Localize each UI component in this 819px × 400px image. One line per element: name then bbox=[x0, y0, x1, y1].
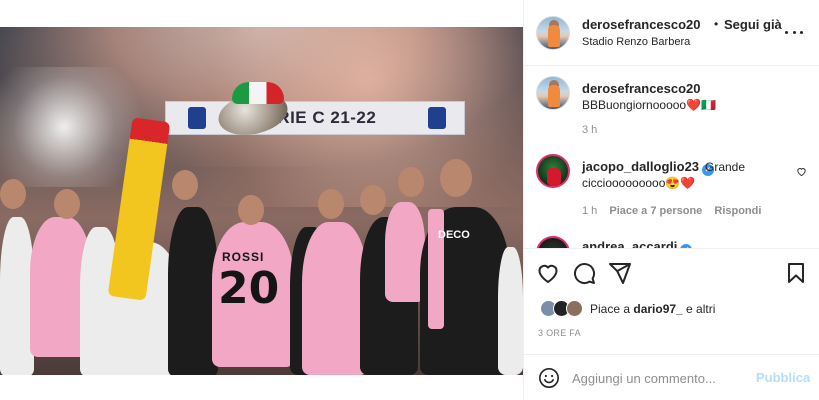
heart-icon bbox=[797, 168, 806, 177]
post-side-panel: derosefrancesco20 • Segui già Stadio Ren… bbox=[523, 0, 819, 400]
likes-text: Piace a dario97_ e altri bbox=[590, 302, 716, 316]
author-username[interactable]: derosefrancesco20 bbox=[582, 17, 701, 32]
league-logo-right bbox=[428, 107, 446, 129]
save-button[interactable] bbox=[784, 261, 810, 287]
trophy bbox=[214, 82, 292, 142]
like-button[interactable] bbox=[536, 261, 562, 287]
player-head bbox=[318, 189, 344, 219]
player bbox=[498, 247, 523, 375]
likes-summary[interactable]: Piace a dario97_ e altri bbox=[524, 298, 819, 322]
emoji-button[interactable] bbox=[538, 367, 560, 389]
commenter-avatar[interactable] bbox=[536, 154, 570, 188]
jersey-name: ROSSI bbox=[222, 250, 265, 264]
comment-text-continued: cicciooooooooo😍❤️ bbox=[582, 176, 696, 190]
player-head bbox=[0, 179, 26, 209]
player bbox=[168, 207, 218, 375]
post-timestamp[interactable]: 3 ORE FA bbox=[538, 328, 581, 338]
player-head bbox=[360, 185, 386, 215]
caption-time[interactable]: 3 h bbox=[582, 124, 597, 136]
comment-icon bbox=[574, 263, 596, 285]
add-comment-bar: Pubblica bbox=[524, 354, 819, 400]
sponsor-text: DECO bbox=[438, 229, 470, 241]
comment-meta: 1 h Piace a 7 persone Rispondi bbox=[582, 205, 770, 217]
caption-text: BBBuongiornooooo❤️🇮🇹 bbox=[582, 98, 716, 112]
player bbox=[302, 222, 368, 375]
jersey-number: 20 bbox=[218, 263, 280, 314]
emoji-icon bbox=[539, 368, 559, 388]
commenter-username: jacopo_dalloglio23 ✓ bbox=[582, 159, 715, 176]
player-head bbox=[440, 159, 472, 197]
post-actions bbox=[524, 248, 819, 298]
commenter-username: andrea_accardi✓ bbox=[582, 239, 693, 248]
share-button[interactable] bbox=[608, 261, 634, 287]
player-head bbox=[54, 189, 80, 219]
player-head bbox=[238, 195, 264, 225]
comment-input[interactable] bbox=[572, 368, 752, 388]
league-banner: SERIE C 21-22 bbox=[165, 101, 465, 135]
author-avatar[interactable] bbox=[536, 16, 570, 50]
commenter-avatar[interactable] bbox=[536, 236, 570, 248]
player-head bbox=[172, 170, 198, 200]
comments-list[interactable]: derosefrancesco20 BBBuongiornooooo❤️🇮🇹 3… bbox=[524, 66, 819, 248]
player bbox=[0, 217, 34, 375]
caption-avatar[interactable] bbox=[536, 76, 570, 110]
post-modal: SERIE C 21-22 ROSSI 20 DECO derosefrance… bbox=[0, 0, 819, 400]
more-icon bbox=[785, 30, 788, 34]
comment-text: Grande bbox=[705, 160, 746, 174]
publish-button[interactable]: Pubblica bbox=[756, 370, 810, 385]
liker-avatar bbox=[566, 300, 583, 317]
caption-username[interactable]: derosefrancesco20 bbox=[582, 81, 701, 96]
bookmark-icon bbox=[788, 263, 804, 283]
comment-likes[interactable]: Piace a 7 persone bbox=[609, 205, 702, 217]
more-options-button[interactable] bbox=[782, 22, 806, 42]
comment-time[interactable]: 1 h bbox=[582, 205, 597, 217]
following-button[interactable]: Segui già bbox=[724, 17, 782, 32]
separator-dot: • bbox=[714, 17, 719, 31]
comment-like-button[interactable] bbox=[796, 166, 807, 180]
league-logo-left bbox=[188, 107, 206, 129]
player bbox=[385, 202, 425, 302]
post-media: SERIE C 21-22 ROSSI 20 DECO bbox=[0, 0, 523, 400]
location-link[interactable]: Stadio Renzo Barbera bbox=[582, 36, 690, 48]
player-head bbox=[398, 167, 424, 197]
reply-button[interactable]: Rispondi bbox=[714, 205, 761, 217]
player bbox=[428, 209, 444, 329]
heart-icon bbox=[538, 264, 558, 283]
share-icon bbox=[609, 263, 631, 284]
post-photo[interactable]: SERIE C 21-22 ROSSI 20 DECO bbox=[0, 27, 523, 375]
post-header: derosefrancesco20 • Segui già Stadio Ren… bbox=[524, 0, 819, 66]
comment-button[interactable] bbox=[572, 261, 598, 287]
liker-username[interactable]: dario97_ bbox=[633, 302, 682, 316]
